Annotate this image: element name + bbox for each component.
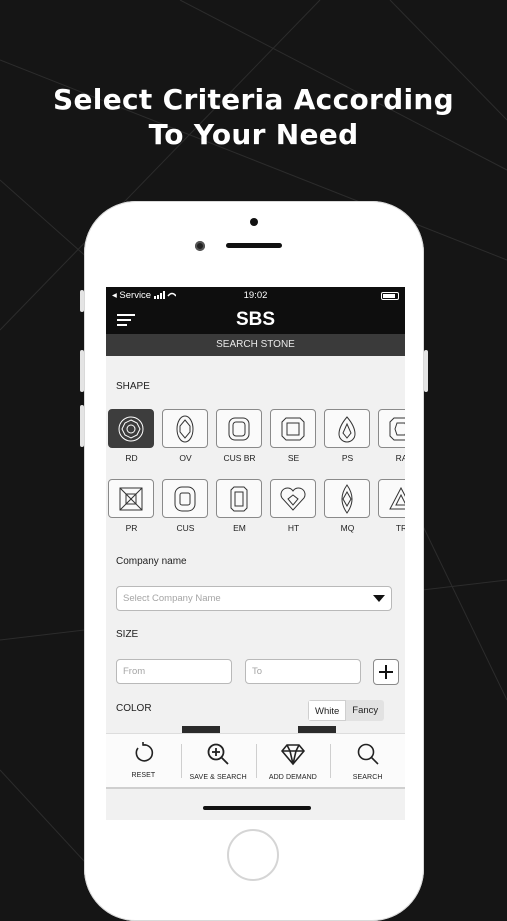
- company-label: Company name: [116, 556, 187, 567]
- app-header: SBS: [106, 304, 405, 334]
- color-option-white[interactable]: White: [308, 700, 347, 721]
- search-icon: [357, 743, 379, 765]
- square-emerald-icon: [281, 417, 305, 440]
- phone-top-dot: [250, 218, 258, 226]
- reset-label: RESET: [131, 772, 156, 779]
- size-from-placeholder: From: [123, 666, 146, 677]
- bottom-action-bar: RESET SAVE & SEARCH ADD DEMAND SEARCH: [106, 733, 405, 789]
- status-time: 19:02: [243, 290, 268, 301]
- shape-row-1: RD OV CUS BR SE PS RA: [108, 409, 405, 463]
- search-button[interactable]: SEARCH: [330, 734, 405, 787]
- marquise-icon: [341, 483, 353, 514]
- shape-label-ht: HT: [287, 523, 300, 533]
- shape-label-cus: CUS: [176, 523, 195, 533]
- shape-label-rd: RD: [125, 453, 138, 463]
- cushion-icon: [174, 486, 196, 511]
- app-title: SBS: [235, 309, 276, 330]
- home-indicator: [203, 806, 311, 810]
- app-screen: ◂ Service 19:02 SBS SEARCH STONE SHAPE R…: [106, 287, 405, 820]
- size-to-input[interactable]: To: [245, 659, 361, 684]
- shape-label-ov: OV: [179, 453, 192, 463]
- shape-label-em: EM: [233, 523, 246, 533]
- shape-label-cus-br: CUS BR: [223, 453, 256, 463]
- phone-power-button: [424, 350, 428, 392]
- phone-frame: ◂ Service 19:02 SBS SEARCH STONE SHAPE R…: [84, 201, 424, 921]
- shape-ov[interactable]: OV: [162, 409, 209, 463]
- shape-mq[interactable]: MQ: [324, 479, 371, 533]
- reset-button[interactable]: RESET: [106, 734, 181, 787]
- shape-label: SHAPE: [116, 381, 150, 392]
- size-label: SIZE: [116, 629, 139, 640]
- headline-line-2: To Your Need: [148, 118, 359, 151]
- round-diamond-icon: [118, 416, 144, 441]
- save-search-label: SAVE & SEARCH: [189, 774, 247, 781]
- shape-rd[interactable]: RD: [108, 409, 155, 463]
- shape-label-ra: RA: [395, 453, 405, 463]
- add-demand-button[interactable]: ADD DEMAND: [255, 734, 331, 787]
- shape-label-ps: PS: [341, 453, 354, 463]
- cushion-brilliant-icon: [228, 417, 250, 440]
- shape-cus-br[interactable]: CUS BR: [216, 409, 263, 463]
- zoom-plus-icon: [207, 743, 229, 765]
- size-from-input[interactable]: From: [116, 659, 232, 684]
- reset-icon: [135, 742, 154, 762]
- company-select-placeholder: Select Company Name: [123, 593, 221, 604]
- phone-camera: [195, 241, 205, 251]
- phone-speaker: [226, 243, 282, 248]
- color-toggle: White Fancy: [308, 700, 385, 721]
- heart-icon: [280, 486, 306, 511]
- color-label: COLOR: [116, 703, 152, 714]
- pear-icon: [338, 415, 356, 442]
- color-chip: [182, 726, 220, 733]
- add-demand-label: ADD DEMAND: [268, 774, 317, 781]
- shape-row-2: PR CUS EM HT MQ TR: [108, 479, 405, 533]
- trilliant-icon: [389, 486, 405, 509]
- company-select[interactable]: Select Company Name: [116, 586, 392, 611]
- shape-ht[interactable]: HT: [270, 479, 317, 533]
- status-bar: ◂ Service 19:02: [106, 287, 405, 304]
- color-option-fancy[interactable]: Fancy: [346, 700, 384, 721]
- shape-label-tr: TR: [395, 523, 405, 533]
- princess-icon: [119, 487, 143, 510]
- shape-se[interactable]: SE: [270, 409, 317, 463]
- shape-em[interactable]: EM: [216, 479, 263, 533]
- shape-label-pr: PR: [125, 523, 138, 533]
- shape-label-mq: MQ: [340, 523, 355, 533]
- size-to-placeholder: To: [252, 666, 263, 677]
- shape-pr[interactable]: PR: [108, 479, 155, 533]
- shape-ra[interactable]: RA: [378, 409, 405, 463]
- shape-ps[interactable]: PS: [324, 409, 371, 463]
- battery-icon: [381, 292, 399, 300]
- shape-tr[interactable]: TR: [378, 479, 405, 533]
- page-subtitle: SEARCH STONE: [106, 334, 405, 356]
- shape-label-se: SE: [287, 453, 300, 463]
- headline: Select Criteria According To Your Need: [0, 82, 507, 152]
- color-chip: [298, 726, 336, 733]
- dropdown-arrow-icon: [373, 595, 385, 602]
- oval-icon: [176, 415, 194, 442]
- diamond-icon: [280, 744, 305, 766]
- save-search-button[interactable]: SAVE & SEARCH: [180, 734, 256, 787]
- emerald-icon: [230, 486, 248, 511]
- search-label: SEARCH: [352, 774, 383, 781]
- radiant-icon: [389, 417, 405, 440]
- headline-line-1: Select Criteria According: [53, 83, 454, 116]
- shape-cus[interactable]: CUS: [162, 479, 209, 533]
- add-size-button[interactable]: [373, 659, 399, 685]
- phone-home-button: [227, 829, 279, 881]
